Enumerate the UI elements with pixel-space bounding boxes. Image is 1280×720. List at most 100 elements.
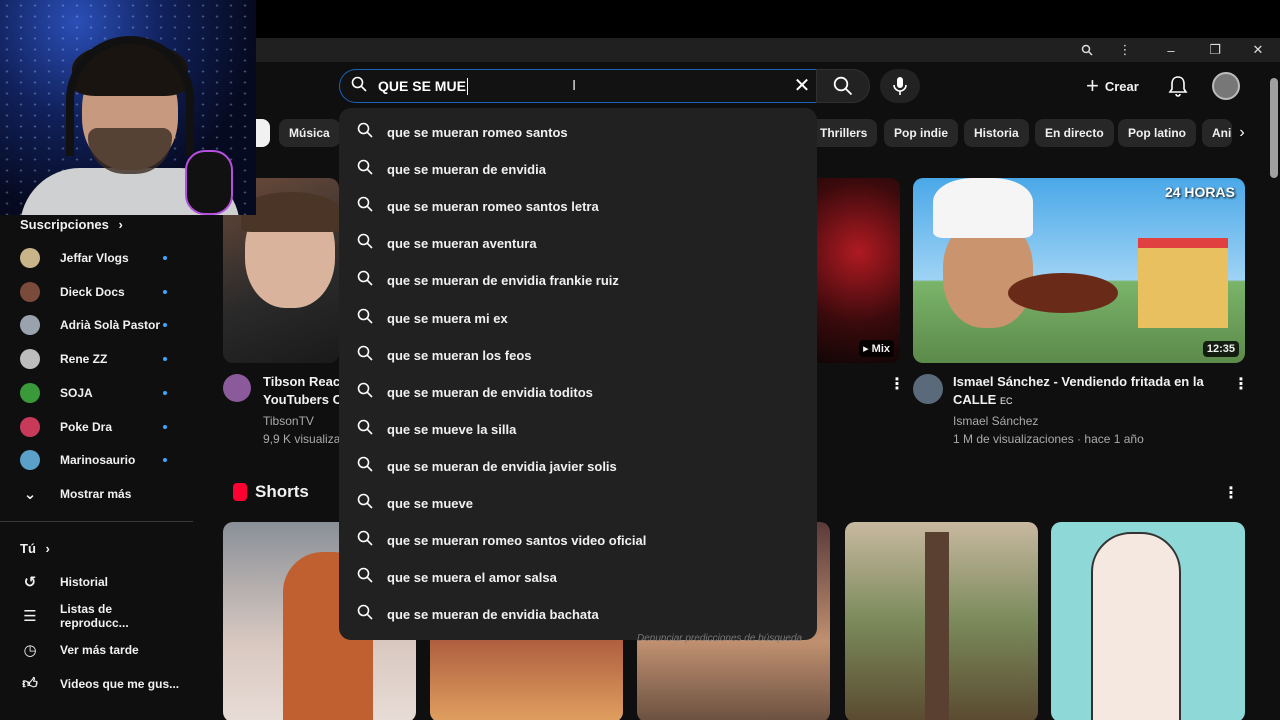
view-count: 1 M de visualizaciones · hace 1 año [953,432,1144,446]
close-window-icon[interactable]: ✕ [1243,38,1273,62]
search-icon [357,419,377,440]
channel-name[interactable]: TibsonTV [263,412,339,430]
sidebar-item-liked-videos[interactable]: 👍︎ Videos que me gus... [20,671,180,697]
maximize-icon[interactable]: ❐ [1200,38,1230,62]
show-more-label: Mostrar más [60,487,132,501]
microphone [185,150,233,215]
chip-en-directo[interactable]: En directo [1035,119,1114,147]
suggestion-text: que se mueran romeo santos video oficial [387,533,647,549]
page-scrollbar[interactable] [1270,78,1278,178]
tree-trunk [925,532,949,720]
plus-icon: + [1086,73,1099,98]
search-input[interactable]: QUE SE MUE I [339,69,817,103]
subscriptions-heading[interactable]: Suscripciones › [20,217,123,232]
search-suggestion[interactable]: que se mueve [339,485,817,522]
create-button[interactable]: + Crear [1086,73,1139,99]
country-flag: EC [999,396,1013,406]
more-options-icon[interactable]: ⋮ [1233,374,1249,394]
sidebar-subscription-item[interactable]: SOJA [20,380,180,406]
search-suggestion[interactable]: que se mueran romeo santos [339,114,817,151]
chip-pop-latino[interactable]: Pop latino [1118,119,1196,147]
search-query[interactable]: QUE SE MUE [378,78,466,94]
suggestion-text: que se muera el amor salsa [387,570,557,586]
text-caret [466,77,468,95]
search-button[interactable] [816,69,870,103]
search-suggestion[interactable]: que se mueran los feos [339,337,817,374]
chip-pop-indie[interactable]: Pop indie [884,119,958,147]
video-meta: TibsonTV 9,9 K visualiza [263,412,339,448]
search-suggestion[interactable]: que se muera mi ex [339,299,817,336]
sidebar-item-playlists[interactable]: ☰ Listas de reproducc... [20,602,180,630]
chevron-right-icon: › [45,541,50,556]
short-thumbnail[interactable] [845,522,1038,720]
chevron-down-icon: ⌄ [23,486,37,503]
search-suggestion[interactable]: que se mueran aventura [339,225,817,262]
video-title-line: Tibson Reac [263,374,339,389]
sidebar-subscription-item[interactable]: Rene ZZ [20,346,180,372]
chef-hat [933,178,1033,238]
search-icon [357,530,377,551]
menu-dots-icon[interactable]: ⋮ [1110,38,1140,62]
chevron-right-icon[interactable]: › [1228,119,1256,147]
show-more-button[interactable]: ⌄ Mostrar más [20,481,180,507]
thumbnail-text: 24 HORAS [1164,184,1235,200]
search-suggestion[interactable]: que se mueran de envidia javier solis [339,448,817,485]
shorts-title: Shorts [255,482,309,501]
channel-avatar [20,248,40,268]
search-suggestion[interactable]: que se muera el amor salsa [339,559,817,596]
chip-thrillers[interactable]: Thrillers [810,119,878,147]
sidebar-item-label: Historial [60,575,109,589]
more-options-icon[interactable]: ⋮ [889,374,905,394]
chip-active[interactable] [256,119,270,147]
more-options-icon[interactable]: ⋮ [1223,483,1239,503]
search-suggestion[interactable]: que se mueran de envidia [339,151,817,188]
search-icon [357,567,377,588]
you-heading[interactable]: Tú › [20,541,50,556]
subscriptions-title: Suscripciones [20,217,109,232]
mix-label: Mix [871,343,890,355]
search-icon [357,604,377,625]
search-suggestion[interactable]: que se mueran de envidia bachata [339,596,817,633]
channel-avatar[interactable] [913,374,943,404]
chip-historia[interactable]: Historia [964,119,1029,147]
shorts-heading: Shorts [233,482,309,502]
minimize-icon[interactable]: – [1156,38,1186,62]
report-predictions-link[interactable]: Denunciar predicciones de búsqueda [637,633,802,644]
clear-search-button[interactable]: ✕ [790,76,814,96]
sidebar-subscription-item[interactable]: Poke Dra [20,414,180,440]
video-title[interactable]: Tibson Reac YouTubers C [263,373,339,409]
mix-thumbnail[interactable]: ▸ Mix [817,178,900,363]
search-icon [357,196,377,217]
subscription-name: Adrià Solà Pastor [60,318,161,333]
video-title[interactable]: Ismael Sánchez - Vendiendo fritada en la… [953,373,1213,410]
video-thumbnail[interactable]: 24 HORAS 12:35 [913,178,1245,363]
channel-name[interactable]: Ismael Sánchez [953,412,1213,430]
suggestion-text: que se mueran los feos [387,347,532,363]
search-suggestion[interactable]: que se mueran romeo santos video oficial [339,522,817,559]
clock-icon: ◷ [23,642,37,659]
sidebar-item-watch-later[interactable]: ◷ Ver más tarde [20,637,180,663]
short-thumbnail[interactable] [1051,522,1245,720]
notifications-bell-icon[interactable] [1166,74,1190,98]
account-avatar[interactable] [1212,72,1240,100]
chip-musica[interactable]: Música [279,119,340,147]
sidebar-subscription-item[interactable]: Jeffar Vlogs [20,245,180,271]
subscription-name: Dieck Docs [60,284,125,299]
cartoon-character [1091,532,1181,720]
search-suggestion[interactable]: que se mueran de envidia toditos [339,374,817,411]
search-suggestion[interactable]: que se mueran romeo santos letra [339,188,817,225]
subscription-name: Marinosaurio [60,453,136,468]
new-content-dot [163,390,167,395]
new-content-dot [163,357,167,362]
sidebar-subscription-item[interactable]: Adrià Solà Pastor [20,312,180,338]
voice-search-button[interactable] [880,69,920,103]
zoom-icon[interactable] [1072,38,1102,62]
sidebar-subscription-item[interactable]: Dieck Docs [20,279,180,305]
history-icon: ↺ [23,574,37,591]
search-suggestion[interactable]: que se mueran de envidia frankie ruiz [339,262,817,299]
search-suggestion[interactable]: que se mueve la silla [339,411,817,448]
channel-avatar [20,382,40,403]
sidebar-subscription-item[interactable]: Marinosaurio [20,447,180,473]
sidebar-item-history[interactable]: ↺ Historial [20,569,180,595]
channel-avatar[interactable] [223,374,251,402]
